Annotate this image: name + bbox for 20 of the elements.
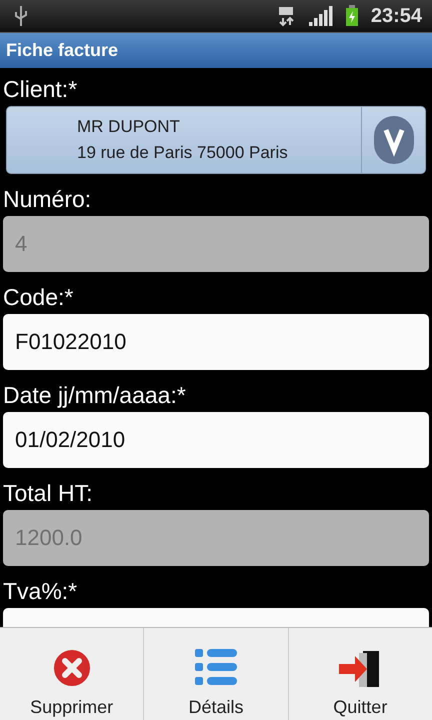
- field-label: Client:*: [3, 75, 78, 104]
- client-dropdown[interactable]: MR DUPONT 19 rue de Paris 75000 Paris: [6, 106, 426, 174]
- usb-icon: [14, 5, 28, 27]
- menu-item[interactable]: Quitter: [288, 628, 432, 720]
- client-text: MR DUPONT: [77, 116, 181, 138]
- field-label: Numéro:: [3, 185, 92, 214]
- field-label: Date jj/mm/aaaa:*: [3, 381, 187, 410]
- client-text: 19 rue de Paris 75000 Paris: [77, 142, 289, 164]
- menu-item[interactable]: Détails: [144, 628, 289, 720]
- window-title: Fiche facture: [6, 40, 118, 61]
- field-label: Tva%:*: [3, 577, 78, 606]
- signal-icon: [308, 6, 333, 26]
- menu-item[interactable]: Supprimer: [0, 628, 144, 720]
- clock-time: 23:54: [370, 4, 422, 28]
- dropdown-icon[interactable]: [374, 116, 414, 164]
- field-label: Total HT:: [3, 479, 94, 508]
- input-field[interactable]: 01/02/2010: [3, 412, 429, 468]
- battery-icon: [344, 5, 359, 27]
- input-field[interactable]: F01022010: [3, 314, 429, 370]
- field-label: Code:*: [3, 283, 74, 312]
